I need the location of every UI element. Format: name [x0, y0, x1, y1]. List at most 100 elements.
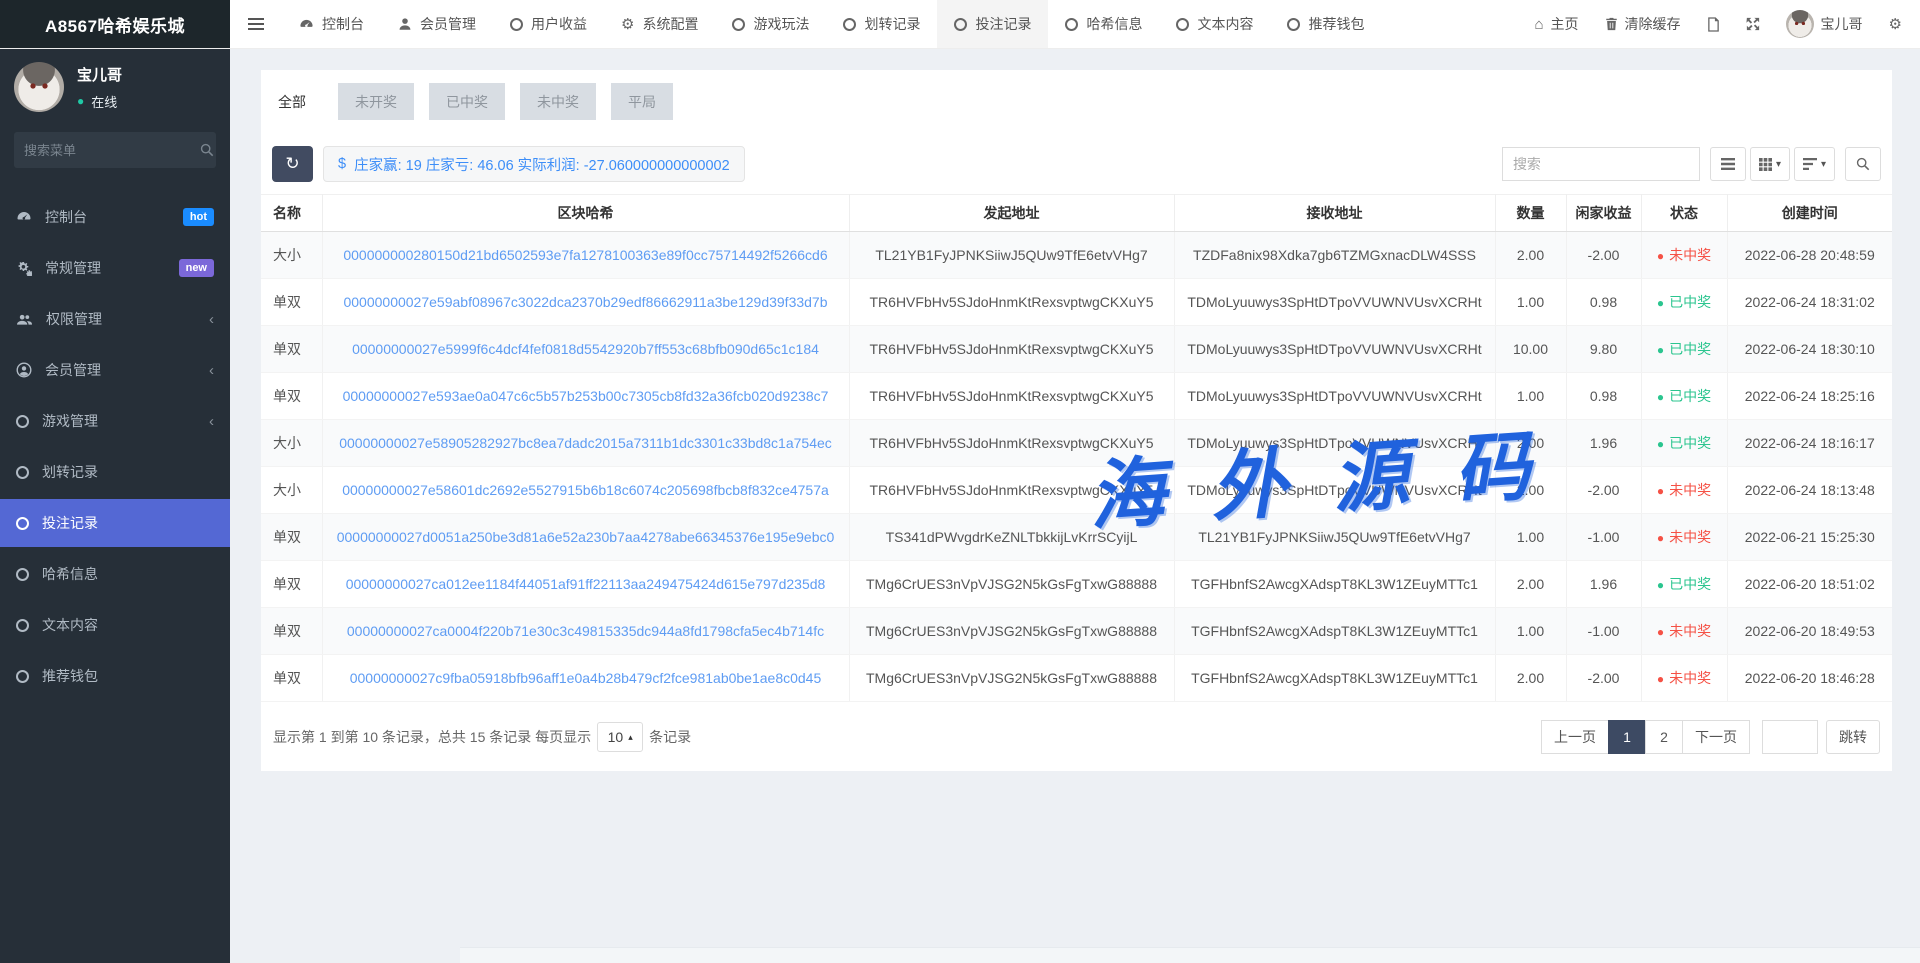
topnav-item-label: 用户收益	[531, 14, 587, 34]
sidebar-item-label: 投注记录	[42, 513, 98, 533]
bet-records-card: 全部 未开奖 已中奖 未中奖 平局 ↻ $ 庄家赢: 19 庄家亏: 46.06…	[261, 70, 1892, 771]
tab-not-drawn[interactable]: 未开奖	[338, 83, 414, 120]
tab-all[interactable]: 全部	[261, 83, 323, 120]
topnav-item-game-rules[interactable]: 游戏玩法	[715, 0, 826, 48]
export-sort-button[interactable]: ▾	[1794, 147, 1835, 181]
cell-from-address: TR6HVFbHv5SJdoHnmKtRexsvptwgCKXuY5	[849, 467, 1174, 514]
multitab-toggle-button[interactable]	[1707, 17, 1720, 32]
col-header-player-profit[interactable]: 闲家收益	[1566, 195, 1641, 232]
topnav-item-label: 系统配置	[642, 14, 698, 34]
jump-button[interactable]: 跳转	[1826, 720, 1880, 754]
home-icon: ⌂	[1534, 17, 1543, 32]
users-icon	[16, 312, 33, 327]
caret-up-icon: ▴	[628, 732, 633, 743]
col-header-from-address[interactable]: 发起地址	[849, 195, 1174, 232]
home-button[interactable]: ⌂ 主页	[1534, 14, 1578, 34]
table-search-input[interactable]	[1502, 147, 1700, 181]
sidebar-item-dashboard[interactable]: 控制台 hot	[0, 193, 230, 241]
filter-tabs: 全部 未开奖 已中奖 未中奖 平局	[261, 70, 1892, 120]
cell-created-at: 2022-06-28 20:48:59	[1727, 232, 1892, 279]
status-badge: ●已中奖	[1641, 326, 1727, 373]
prev-page-button[interactable]: 上一页	[1541, 720, 1609, 754]
settings-button[interactable]: ⚙	[1889, 17, 1902, 32]
topnav-item-system-config[interactable]: ⚙ 系统配置	[604, 0, 715, 48]
block-hash-link[interactable]: 00000000027e593ae0a047c6c5b57b253b00c730…	[343, 388, 829, 404]
block-hash-link[interactable]: 00000000027c9fba05918bfb96aff1e0a4b28b47…	[350, 670, 822, 686]
sidebar-item-hash-info[interactable]: 哈希信息	[0, 550, 230, 598]
sidebar-item-text-content[interactable]: 文本内容	[0, 601, 230, 649]
sidebar-item-permissions[interactable]: 权限管理 ‹	[0, 295, 230, 343]
user-menu[interactable]: 宝儿哥	[1786, 10, 1863, 38]
cell-profit: -1.00	[1566, 608, 1641, 655]
sidebar-item-transfer-records[interactable]: 划转记录	[0, 448, 230, 496]
cell-name: 单双	[261, 561, 322, 608]
status-badge: ●已中奖	[1641, 561, 1727, 608]
block-hash-link[interactable]: 00000000027ca012ee1184f44051af91ff22113a…	[346, 576, 826, 592]
tab-draw[interactable]: 平局	[611, 83, 673, 120]
per-page-select[interactable]: 10 ▴	[597, 722, 643, 752]
sidebar-search-input[interactable]	[24, 143, 200, 158]
cell-to-address: TDMoLyuuwys3SpHtDTpoVVUWNVUsvXCRHt	[1174, 420, 1495, 467]
tab-lost[interactable]: 未中奖	[520, 83, 596, 120]
block-hash-link[interactable]: 000000000280150d21bd6502593e7fa127810036…	[343, 247, 827, 263]
cell-from-address: TL21YB1FyJPNKSiiwJ5QUw9TfE6etvVHg7	[849, 232, 1174, 279]
cell-from-address: TR6HVFbHv5SJdoHnmKtRexsvptwgCKXuY5	[849, 326, 1174, 373]
circle-icon	[1065, 18, 1078, 31]
tab-won[interactable]: 已中奖	[429, 83, 505, 120]
records-info: 显示第 1 到第 10 条记录，总共 15 条记录 每页显示	[273, 727, 591, 747]
topnav-item-recommend-wallet[interactable]: 推荐钱包	[1270, 0, 1381, 48]
status-dot-icon: ●	[1657, 625, 1664, 639]
sidebar-item-members[interactable]: 会员管理 ‹	[0, 346, 230, 394]
block-hash-link[interactable]: 00000000027ca0004f220b71e30c3c49815335dc…	[347, 623, 824, 639]
block-hash-link[interactable]: 00000000027e58905282927bc8ea7dadc2015a73…	[339, 435, 832, 451]
page-jump-input[interactable]	[1762, 720, 1818, 754]
fullscreen-button[interactable]	[1746, 17, 1760, 31]
sidebar-toggle-button[interactable]	[230, 0, 282, 48]
topnav-item-transfer-records[interactable]: 划转记录	[826, 0, 937, 48]
topnav-item-hash-info[interactable]: 哈希信息	[1048, 0, 1159, 48]
sidebar-item-recommend-wallet[interactable]: 推荐钱包	[0, 652, 230, 700]
clear-cache-label: 清除缓存	[1625, 14, 1681, 34]
columns-view-button[interactable]: ▾	[1750, 147, 1790, 181]
col-header-name[interactable]: 名称	[261, 195, 322, 232]
panel-view-button[interactable]	[1710, 147, 1746, 181]
status-dot-icon: ●	[1657, 578, 1664, 592]
cell-name: 单双	[261, 279, 322, 326]
topnav-item-bet-records[interactable]: 投注记录	[937, 0, 1048, 48]
search-button[interactable]	[1845, 147, 1881, 181]
col-header-status[interactable]: 状态	[1641, 195, 1727, 232]
sidebar-item-general[interactable]: 常规管理 new	[0, 244, 230, 292]
page-1-button[interactable]: 1	[1608, 720, 1646, 754]
topnav-item-label: 推荐钱包	[1308, 14, 1364, 34]
sidebar-item-bet-records[interactable]: 投注记录	[0, 499, 230, 547]
cell-name: 大小	[261, 420, 322, 467]
clear-cache-button[interactable]: 清除缓存	[1605, 14, 1681, 34]
block-hash-link[interactable]: 00000000027d0051a250be3d81a6e52a230b7aa4…	[337, 529, 835, 545]
status-badge: ●未中奖	[1641, 514, 1727, 561]
topnav-item-dashboard[interactable]: 控制台	[282, 0, 381, 48]
page-2-button[interactable]: 2	[1645, 720, 1683, 754]
col-header-created-at[interactable]: 创建时间	[1727, 195, 1892, 232]
topnav-item-text-content[interactable]: 文本内容	[1159, 0, 1270, 48]
cell-profit: 1.96	[1566, 420, 1641, 467]
cell-created-at: 2022-06-20 18:46:28	[1727, 655, 1892, 702]
block-hash-link[interactable]: 00000000027e5999f6c4dcf4fef0818d5542920b…	[352, 341, 819, 357]
col-header-amount[interactable]: 数量	[1495, 195, 1566, 232]
block-hash-link[interactable]: 00000000027e58601dc2692e5527915b6b18c607…	[342, 482, 829, 498]
topnav-item-user-income[interactable]: 用户收益	[493, 0, 604, 48]
circle-icon	[16, 568, 29, 581]
tachometer-icon	[299, 17, 314, 32]
cell-amount: 10.00	[1495, 326, 1566, 373]
gear-icon: ⚙	[621, 17, 634, 32]
next-page-button[interactable]: 下一页	[1682, 720, 1750, 754]
col-header-to-address[interactable]: 接收地址	[1174, 195, 1495, 232]
sidebar-item-games[interactable]: 游戏管理 ‹	[0, 397, 230, 445]
block-hash-link[interactable]: 00000000027e59abf08967c3022dca2370b29edf…	[343, 294, 827, 310]
hot-badge: hot	[183, 208, 214, 226]
stats-banner: $ 庄家赢: 19 庄家亏: 46.06 实际利润: -27.060000000…	[323, 146, 745, 182]
bet-records-table: 名称 区块哈希 发起地址 接收地址 数量 闲家收益 状态 创建时间 大小 000…	[261, 194, 1892, 702]
cell-name: 单双	[261, 655, 322, 702]
topnav-item-members[interactable]: 会员管理	[381, 0, 493, 48]
col-header-block-hash[interactable]: 区块哈希	[322, 195, 849, 232]
refresh-button[interactable]: ↻	[272, 146, 313, 182]
